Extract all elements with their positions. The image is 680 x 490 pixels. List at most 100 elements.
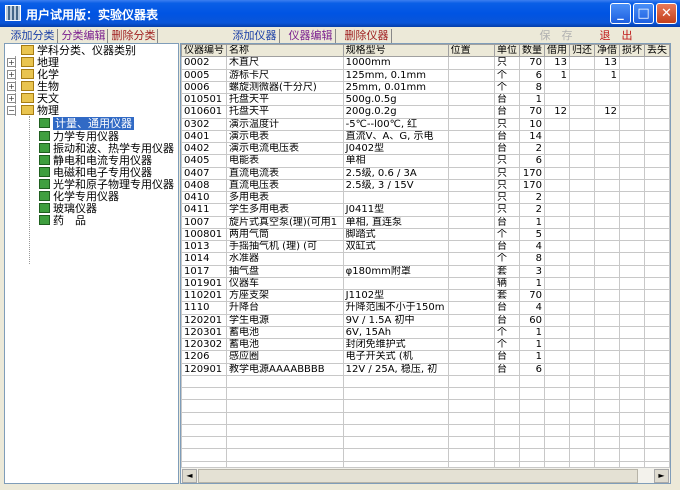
table-cell[interactable] [342, 423, 449, 438]
table-cell[interactable]: 单相, 直连泵 [342, 215, 449, 229]
table-row[interactable]: 1014 水准器 个 8 [181, 252, 670, 266]
table-row[interactable]: 0401 演示电表 直流V、A、G, 示电 台 14 [181, 129, 670, 144]
table-cell[interactable] [568, 190, 595, 205]
table-row[interactable]: 0407 直流电流表 2.5级, 0.6 / 3A 只 170 [181, 166, 670, 180]
table-cell[interactable] [618, 239, 645, 254]
table-row[interactable]: 0405 电能表 单相 只 6 [181, 154, 670, 168]
table-cell[interactable] [543, 264, 570, 278]
table-cell[interactable] [568, 166, 595, 180]
table-cell[interactable]: 只 [493, 117, 520, 131]
maximize-button[interactable]: □ [633, 3, 654, 24]
table-cell[interactable]: 9V / 1.5A 初中 [342, 313, 449, 327]
table-cell[interactable]: 直流电流表 [226, 166, 344, 180]
table-row-empty[interactable] [181, 386, 670, 401]
table-cell[interactable]: 感应圈 [226, 350, 344, 364]
column-header[interactable]: 规格型号 [342, 44, 449, 58]
expand-icon[interactable]: + [7, 82, 16, 91]
table-cell[interactable]: 2.5级, 0.6 / 3A [342, 166, 449, 180]
table-cell[interactable]: 单相 [342, 154, 449, 168]
table-cell[interactable]: 12V / 25A, 稳压, 初 [342, 362, 449, 376]
table-cell[interactable]: 1 [518, 276, 545, 291]
table-cell[interactable] [618, 154, 645, 168]
table-cell[interactable]: 两用气筒 [226, 227, 344, 242]
table-cell[interactable]: 1017 [181, 264, 227, 278]
table-cell[interactable]: 手摇抽气机 (理) (可 [226, 239, 344, 254]
table-cell[interactable] [643, 350, 670, 364]
table-cell[interactable] [568, 129, 595, 144]
table-cell[interactable] [618, 166, 645, 180]
table-cell[interactable] [568, 448, 595, 462]
table-cell[interactable] [447, 117, 495, 131]
table-cell[interactable] [593, 288, 620, 303]
table-cell[interactable] [568, 301, 595, 315]
table-cell[interactable] [447, 276, 495, 291]
table-cell[interactable] [518, 411, 545, 425]
table-cell[interactable]: 120301 [181, 325, 227, 340]
table-cell[interactable] [543, 411, 570, 425]
table-cell[interactable]: 蓄电池 [226, 325, 344, 340]
table-cell[interactable] [568, 117, 595, 131]
table-cell[interactable]: 6 [518, 68, 545, 82]
table-cell[interactable] [493, 374, 520, 389]
table-cell[interactable] [447, 313, 495, 327]
table-cell[interactable] [643, 227, 670, 242]
table-cell[interactable] [593, 166, 620, 180]
table-cell[interactable] [618, 203, 645, 217]
table-cell[interactable]: 学生电源 [226, 313, 344, 327]
table-cell[interactable] [543, 386, 570, 401]
table-cell[interactable] [643, 448, 670, 462]
horizontal-scrollbar[interactable]: ◄ ► [181, 467, 670, 483]
table-cell[interactable]: 13 [593, 56, 620, 70]
table-cell[interactable] [543, 166, 570, 180]
table-cell[interactable] [618, 386, 645, 401]
table-cell[interactable] [543, 288, 570, 303]
table-cell[interactable] [543, 227, 570, 242]
table-row[interactable]: 1017 抽气盘 φ180mm附罩 套 3 [181, 264, 670, 278]
table-cell[interactable]: 200g.0.2g [342, 105, 449, 119]
table-cell[interactable]: 1 [543, 68, 570, 82]
table-cell[interactable] [643, 92, 670, 107]
tree-item-reagents[interactable]: 药 品 [39, 215, 86, 227]
table-cell[interactable] [181, 374, 227, 389]
exit-button[interactable]: 退 出 [590, 29, 642, 43]
table-cell[interactable]: J1102型 [342, 288, 449, 303]
table-cell[interactable] [568, 203, 595, 217]
table-cell[interactable]: 12 [543, 105, 570, 119]
column-header[interactable]: 数量 [518, 44, 545, 58]
table-cell[interactable] [643, 68, 670, 82]
table-cell[interactable] [618, 399, 645, 413]
table-cell[interactable]: 个 [493, 325, 520, 340]
table-row[interactable]: 110201 方座支架 J1102型 套 70 [181, 288, 670, 303]
table-cell[interactable] [447, 325, 495, 340]
table-cell[interactable]: 010601 [181, 105, 227, 119]
table-cell[interactable] [342, 399, 449, 413]
table-cell[interactable]: 1000mm [342, 56, 449, 70]
table-cell[interactable] [447, 374, 495, 389]
table-cell[interactable]: 个 [493, 80, 520, 95]
table-cell[interactable]: 双缸式 [342, 239, 449, 254]
table-cell[interactable] [568, 313, 595, 327]
table-cell[interactable]: 只 [493, 154, 520, 168]
table-cell[interactable] [543, 435, 570, 450]
column-header[interactable]: 丢失 [643, 44, 670, 58]
table-cell[interactable] [568, 227, 595, 242]
table-cell[interactable]: 1206 [181, 350, 227, 364]
table-row[interactable]: 010501 托盘天平 500g.0.5g 台 1 [181, 92, 670, 107]
table-row[interactable]: 0411 学生多用电表 J0411型 只 2 [181, 203, 670, 217]
table-cell[interactable]: 0410 [181, 190, 227, 205]
table-cell[interactable] [643, 80, 670, 95]
table-cell[interactable]: 1014 [181, 252, 227, 266]
table-cell[interactable] [226, 435, 344, 450]
table-cell[interactable]: 只 [493, 203, 520, 217]
minimize-button[interactable]: _ [610, 3, 631, 24]
table-cell[interactable] [447, 141, 495, 156]
table-cell[interactable] [643, 239, 670, 254]
table-cell[interactable] [493, 448, 520, 462]
table-cell[interactable] [643, 105, 670, 119]
table-cell[interactable] [643, 215, 670, 229]
table-cell[interactable] [568, 141, 595, 156]
table-cell[interactable] [568, 411, 595, 425]
table-cell[interactable] [568, 362, 595, 376]
table-cell[interactable]: 托盘天平 [226, 92, 344, 107]
column-header[interactable]: 净借 [593, 44, 620, 58]
